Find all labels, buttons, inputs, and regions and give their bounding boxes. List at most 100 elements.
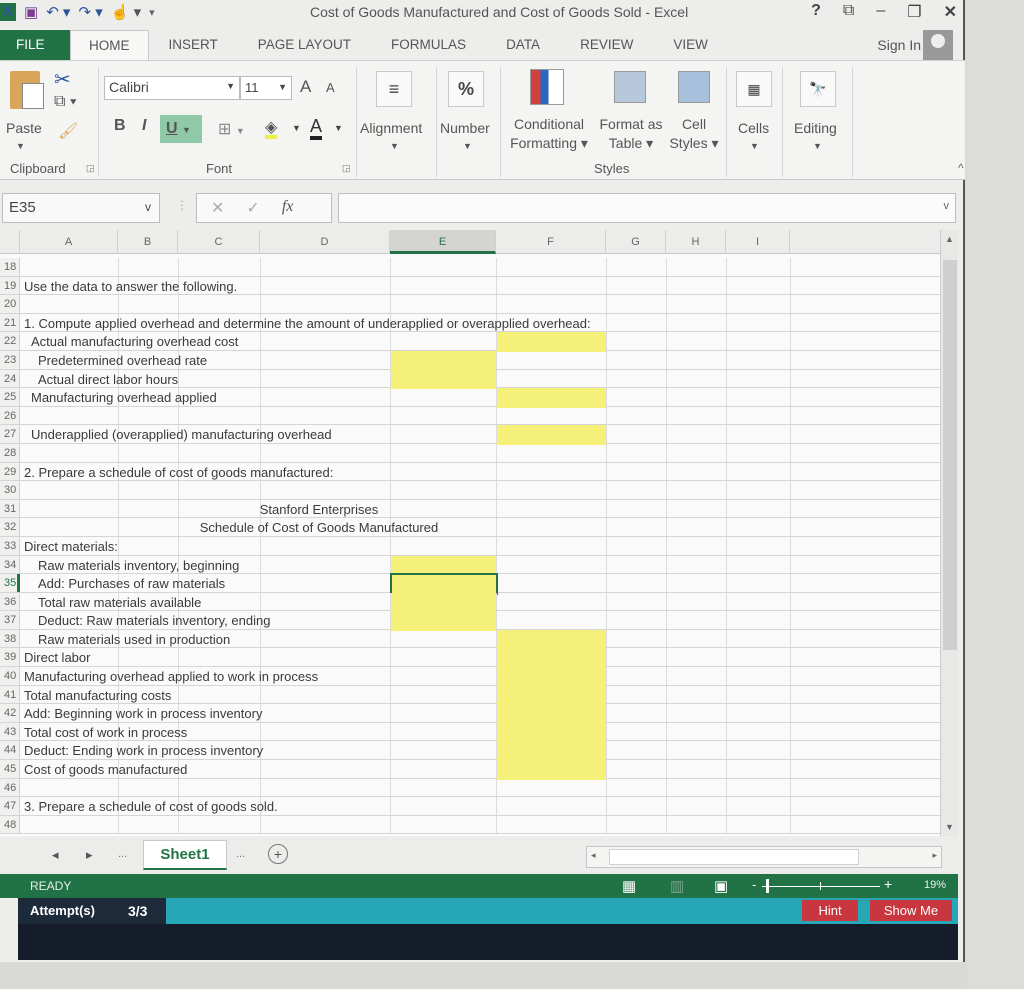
tab-view[interactable]: VIEW [653, 30, 728, 60]
input-cell-f38[interactable] [496, 629, 606, 650]
column-header-b[interactable]: B [118, 230, 178, 254]
collapse-ribbon-icon[interactable]: ^ [958, 161, 964, 175]
row-header[interactable]: 46 [0, 778, 20, 797]
scroll-down-icon[interactable]: ▼ [945, 822, 954, 832]
page-layout-view-icon[interactable]: ▥ [670, 877, 684, 895]
font-launcher-icon[interactable]: ◲ [342, 163, 351, 174]
select-all-corner[interactable] [0, 230, 20, 254]
active-cell-selection[interactable] [390, 573, 498, 595]
cell-label[interactable]: Raw materials used in production [38, 631, 230, 648]
input-cell-f44[interactable] [496, 741, 606, 762]
row-header[interactable]: 21 [0, 313, 20, 332]
enter-icon[interactable]: ✓ [246, 198, 259, 218]
add-sheet-icon[interactable]: + [268, 844, 288, 864]
format-as-table-icon[interactable] [614, 71, 646, 103]
cell-label[interactable]: Use the data to answer the following. [24, 278, 237, 295]
cell-label[interactable]: 1. Compute applied overhead and determin… [24, 315, 591, 332]
font-name-dropdown-icon[interactable]: ▼ [226, 81, 235, 91]
row-header[interactable]: 22 [0, 332, 20, 350]
number-button[interactable]: Number [440, 119, 490, 138]
sheet-tab-sheet1[interactable]: Sheet1 [143, 840, 227, 870]
tab-review[interactable]: REVIEW [560, 30, 653, 60]
row-header[interactable]: 19 [0, 276, 20, 295]
font-size-input[interactable]: 11 ▼ [240, 76, 292, 100]
font-size-dropdown-icon[interactable]: ▼ [278, 82, 287, 92]
undo-icon[interactable]: ↶ ▾ [46, 3, 70, 21]
zoom-slider[interactable] [762, 879, 880, 893]
horizontal-scroll-thumb[interactable] [609, 849, 859, 865]
input-cell-f45[interactable] [496, 760, 606, 780]
format-painter-icon[interactable]: 🖌 [58, 121, 78, 141]
decrease-font-icon[interactable]: A [326, 80, 335, 95]
input-cell-f22[interactable] [496, 332, 606, 352]
save-icon[interactable]: ▣ [24, 3, 38, 21]
cell-label[interactable]: Direct materials: [24, 538, 118, 555]
editing-button[interactable]: Editing [794, 119, 837, 138]
more-sheets-right[interactable]: ... [236, 848, 245, 860]
cell-styles-icon[interactable] [678, 71, 710, 103]
input-cell-f40[interactable] [496, 667, 606, 687]
name-box-dropdown-icon[interactable]: v [145, 200, 151, 214]
zoom-in-icon[interactable]: + [884, 876, 892, 892]
name-box[interactable]: E35 v [2, 193, 160, 223]
alignment-dropdown-icon[interactable]: ▼ [390, 137, 399, 156]
format-as-table-button[interactable]: Format as Table ▾ [596, 115, 666, 153]
alignment-icon[interactable]: ≡ [376, 71, 412, 107]
touch-mode-icon[interactable]: ☝ ▾ [111, 3, 141, 21]
row-header[interactable]: 42 [0, 704, 20, 722]
conditional-formatting-icon[interactable] [530, 69, 564, 105]
row-header[interactable]: 20 [0, 295, 20, 313]
cell-label[interactable]: Add: Beginning work in process inventory [24, 705, 262, 722]
column-header-g[interactable]: G [606, 230, 666, 254]
cancel-icon[interactable]: ✕ [211, 198, 224, 218]
paste-icon[interactable] [10, 71, 44, 109]
row-header[interactable]: 43 [0, 722, 20, 741]
cell-label[interactable]: Actual manufacturing overhead cost [31, 333, 238, 350]
input-cell-f39[interactable] [496, 648, 606, 669]
scroll-up-icon[interactable]: ▲ [945, 234, 954, 244]
row-header[interactable]: 25 [0, 388, 20, 406]
cell-heading[interactable]: Schedule of Cost of Goods Manufactured [0, 519, 638, 536]
cell-label[interactable]: Total raw materials available [38, 594, 201, 611]
input-cell-f42[interactable] [496, 704, 606, 724]
cut-icon[interactable]: ✂ [54, 67, 71, 92]
tab-home[interactable]: HOME [70, 30, 149, 60]
more-sheets-left[interactable]: ... [118, 848, 127, 860]
row-header[interactable]: 40 [0, 667, 20, 685]
minimize-icon[interactable]: – [876, 2, 885, 22]
column-header-a[interactable]: A [20, 230, 118, 254]
underline-button[interactable]: U ▼ [160, 115, 202, 143]
close-icon[interactable]: ✕ [944, 2, 957, 22]
vertical-scrollbar[interactable]: ▲ ▼ [940, 230, 958, 836]
cell-label[interactable]: Raw materials inventory, beginning [38, 557, 239, 574]
font-color-dropdown-icon[interactable]: ▼ [334, 123, 343, 133]
cell-label[interactable]: Add: Purchases of raw materials [38, 575, 225, 592]
clipboard-launcher-icon[interactable]: ◲ [86, 163, 95, 174]
page-break-view-icon[interactable]: ▣ [714, 877, 728, 895]
row-header[interactable]: 47 [0, 797, 20, 815]
increase-font-icon[interactable]: A [300, 77, 311, 97]
input-cell-f43[interactable] [496, 722, 606, 743]
vertical-scroll-thumb[interactable] [943, 260, 957, 650]
number-format-icon[interactable]: % [448, 71, 484, 107]
row-header[interactable]: 26 [0, 406, 20, 425]
row-header[interactable]: 34 [0, 555, 20, 574]
row-header[interactable]: 29 [0, 462, 20, 481]
editing-dropdown-icon[interactable]: ▼ [813, 137, 822, 156]
redo-icon[interactable]: ↷ ▾ [78, 3, 102, 21]
zoom-slider-thumb[interactable] [766, 879, 769, 893]
formula-input[interactable]: v [338, 193, 956, 223]
cell-label[interactable]: Deduct: Raw materials inventory, ending [38, 612, 270, 629]
paste-dropdown-icon[interactable]: ▼ [16, 137, 25, 156]
cell-label[interactable]: Total manufacturing costs [24, 687, 171, 704]
row-header[interactable]: 28 [0, 443, 20, 462]
input-cell-e23[interactable] [390, 350, 496, 371]
cell-label[interactable]: Direct labor [24, 649, 90, 666]
cell-label[interactable]: 3. Prepare a schedule of cost of goods s… [24, 798, 278, 815]
column-header-e[interactable]: E [390, 230, 496, 254]
horizontal-scrollbar[interactable]: ◂ ▸ [586, 846, 942, 868]
cells-dropdown-icon[interactable]: ▼ [750, 137, 759, 156]
paste-button[interactable]: Paste [6, 119, 42, 138]
normal-view-icon[interactable]: ▦ [622, 877, 636, 895]
copy-icon[interactable]: ⧉ ▾ [54, 93, 77, 111]
